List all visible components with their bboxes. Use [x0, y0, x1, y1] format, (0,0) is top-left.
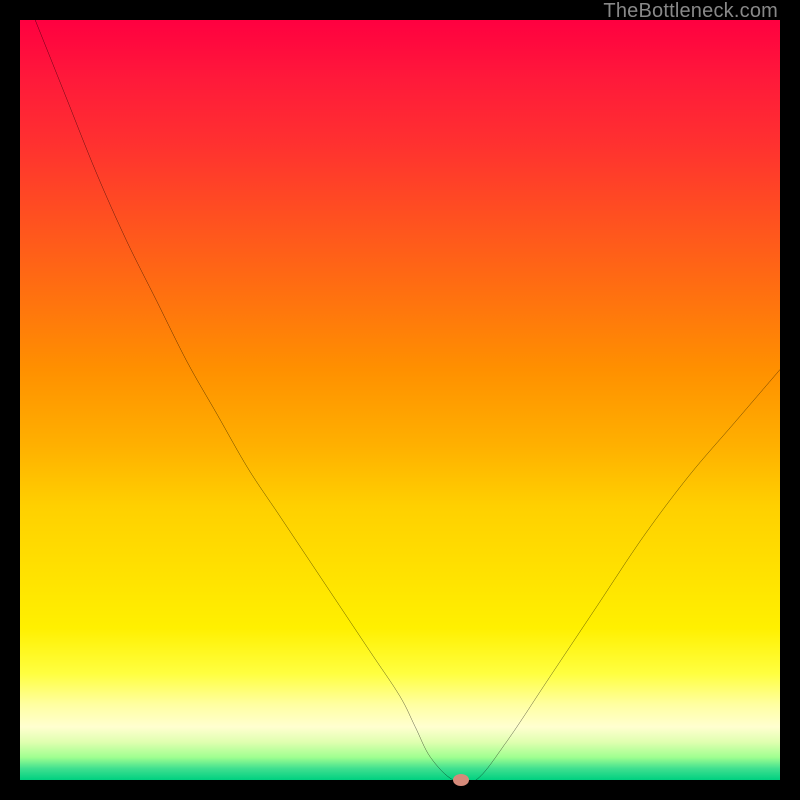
watermark-text: TheBottleneck.com [603, 0, 778, 23]
chart-frame: TheBottleneck.com [0, 0, 800, 800]
plot-area [20, 20, 780, 780]
bottleneck-curve [20, 20, 780, 780]
optimal-point-marker [453, 774, 469, 786]
